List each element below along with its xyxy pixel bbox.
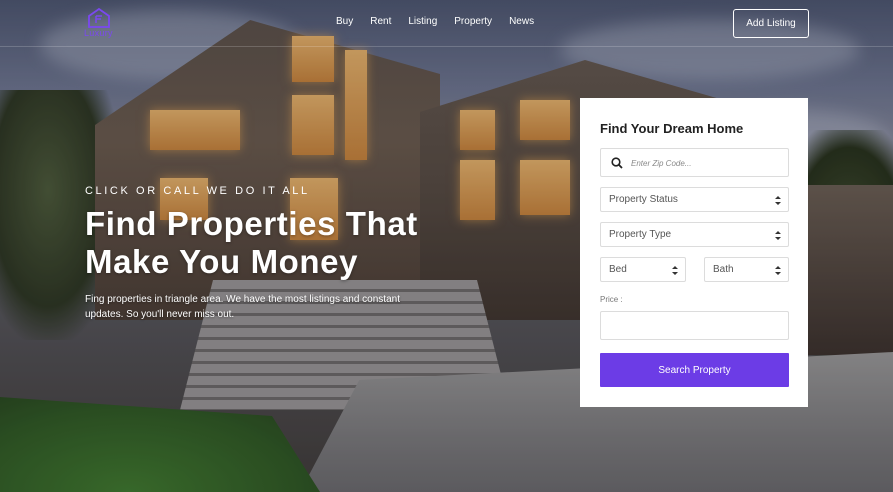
property-type-value: Property Type [609,229,672,240]
hero-kicker: Click or call we do it all [85,185,310,197]
select-arrows-icon [775,196,781,205]
price-field[interactable] [600,311,789,340]
select-arrows-icon [775,231,781,240]
zip-code-field[interactable] [600,148,789,177]
brand-logo[interactable]: Luxury [84,8,118,40]
nav-link-rent[interactable]: Rent [370,16,391,27]
search-icon [611,157,623,169]
top-navbar: Luxury Buy Rent Listing Property News Ad… [0,0,893,47]
bath-value: Bath [713,264,734,275]
nav-link-buy[interactable]: Buy [336,16,353,27]
select-arrows-icon [672,266,678,275]
bath-select[interactable]: Bath [704,257,789,282]
nav-link-listing[interactable]: Listing [408,16,437,27]
main-nav: Buy Rent Listing Property News [336,16,551,27]
brand-name: Luxury [84,28,113,38]
search-property-button[interactable]: Search Property [600,353,789,387]
price-input[interactable] [601,312,788,339]
nav-link-property[interactable]: Property [454,16,492,27]
property-search-card: Find Your Dream Home Property Status Pro… [580,98,808,407]
hero-subtitle: Fing properties in triangle area. We hav… [85,294,400,320]
price-label: Price : [600,295,623,304]
bed-select[interactable]: Bed [600,257,686,282]
search-card-title: Find Your Dream Home [600,121,744,136]
property-status-select[interactable]: Property Status [600,187,789,212]
bed-value: Bed [609,264,627,275]
hero-title: Find Properties That Make You Money [85,205,418,280]
home-logo-icon [88,8,110,28]
zip-code-input[interactable] [631,155,781,171]
property-status-value: Property Status [609,194,678,205]
nav-link-news[interactable]: News [509,16,534,27]
select-arrows-icon [775,266,781,275]
add-listing-button[interactable]: Add Listing [733,9,809,38]
property-type-select[interactable]: Property Type [600,222,789,247]
